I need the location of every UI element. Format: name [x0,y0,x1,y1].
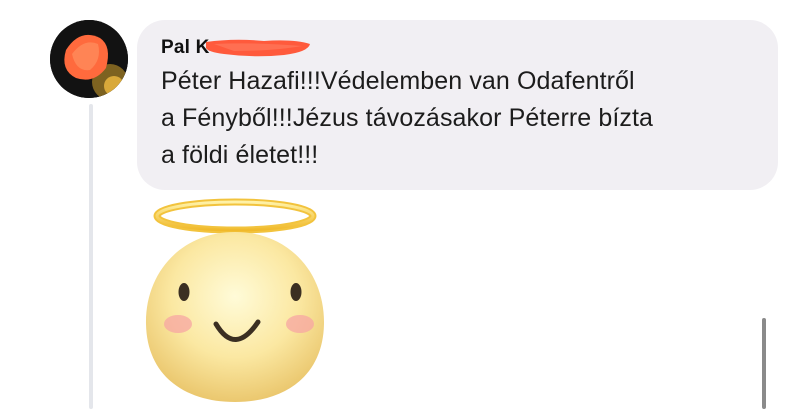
reply-thread-line [89,104,93,409]
avatar-image [50,20,128,98]
comment-author-name[interactable]: Pal K [161,36,210,60]
comment-text-line: Péter Hazafi!!!Védelemben van Odafentről [161,67,635,95]
name-redaction-mark [206,39,310,57]
scrollbar-thumb[interactable] [762,318,766,409]
comment-text-line: a Fényből!!!Jézus távozásakor Péterre bí… [161,104,654,132]
comment-text-line: a földi életet!!! [161,141,319,169]
comment-text: Péter Hazafi!!!Védelemben van Odafentről… [161,63,761,174]
commenter-avatar[interactable] [50,20,128,98]
angel-smiley-icon [145,198,325,402]
